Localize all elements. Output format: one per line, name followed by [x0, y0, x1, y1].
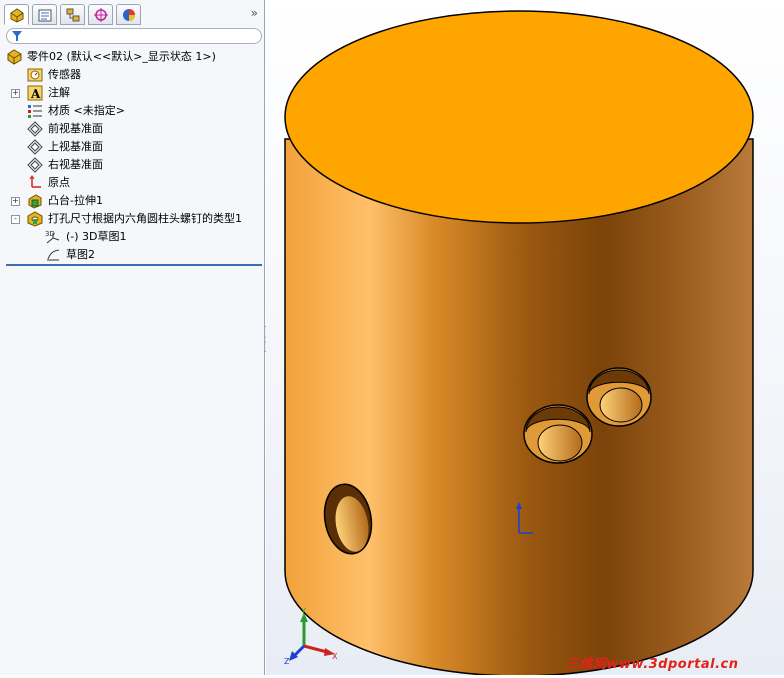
tree-item-annotations[interactable]: + A 注解 — [0, 84, 262, 102]
collapse-toggle[interactable]: - — [11, 215, 20, 224]
triad-z-label: Z — [284, 657, 290, 666]
expand-toggle[interactable]: + — [11, 197, 20, 206]
cylinder-top-face[interactable] — [284, 10, 754, 224]
expand-toggle[interactable]: + — [11, 89, 20, 98]
triad-x-label: X — [332, 652, 338, 661]
counterbore-hole-1[interactable] — [523, 404, 593, 464]
manager-tabs: » — [4, 3, 262, 27]
triad-y-label: Y — [300, 607, 306, 616]
tree-item-hole-wizard[interactable]: - 打孔尺寸根据内六角圆柱头螺钉的类型1 — [0, 210, 262, 228]
tree-item-origin[interactable]: 原点 — [0, 174, 262, 192]
plane-icon — [27, 157, 43, 173]
part-icon — [7, 49, 22, 65]
tabs-overflow-chevron[interactable]: » — [251, 6, 258, 20]
rollback-bar[interactable] — [6, 264, 262, 266]
property-manager-icon — [38, 9, 52, 22]
dimxpert-icon — [94, 8, 108, 22]
tree-item-sensors[interactable]: 传感器 — [0, 66, 262, 84]
tree-filter-input[interactable] — [6, 28, 262, 44]
tree-item-right-plane[interactable]: 右视基准面 — [0, 156, 262, 174]
3d-sketch-icon: 3D — [45, 230, 60, 244]
tree-item-3d-sketch[interactable]: 3D (-) 3D草图1 — [0, 228, 262, 246]
configuration-manager-icon — [66, 8, 80, 22]
tree-item-boss-extrude[interactable]: + 凸台-拉伸1 — [0, 192, 262, 210]
tree-root-part[interactable]: 零件02 (默认<<默认>_显示状态 1>) — [0, 48, 262, 66]
tree-item-material[interactable]: 材质 <未指定> — [0, 102, 262, 120]
graphics-viewport[interactable] — [266, 0, 784, 677]
extrude-icon — [28, 194, 42, 209]
tab-property-manager[interactable] — [32, 4, 57, 25]
sensor-icon — [27, 68, 43, 82]
plane-icon — [27, 139, 43, 155]
tree-item-sketch2[interactable]: 草图2 — [0, 246, 262, 264]
filter-icon — [12, 31, 22, 41]
tree-root-label: 零件02 (默认<<默认>_显示状态 1>) — [27, 50, 216, 63]
tree-item-front-plane[interactable]: 前视基准面 — [0, 120, 262, 138]
counterbore-hole-2[interactable] — [586, 367, 652, 427]
tab-display-manager[interactable] — [116, 4, 141, 25]
svg-text:A: A — [30, 87, 41, 101]
feature-manager-panel: » 零件02 (默认<<默认>_显示状态 1>) 传感器 + A 注解 材质 <… — [0, 0, 265, 675]
site-watermark: 三维网www.3dportal.cn — [566, 657, 739, 672]
annotation-icon: A — [27, 85, 43, 101]
tab-configuration-manager[interactable] — [60, 4, 85, 25]
plane-icon — [27, 121, 43, 137]
tree-item-top-plane[interactable]: 上视基准面 — [0, 138, 262, 156]
display-manager-icon — [123, 9, 135, 21]
tab-dimxpert-manager[interactable] — [88, 4, 113, 25]
cylinder-part-model[interactable] — [266, 0, 784, 677]
sketch-icon — [47, 249, 60, 261]
view-orientation-triad: Y X Z — [284, 607, 338, 666]
feature-manager-icon — [10, 8, 24, 23]
hole-wizard-icon — [27, 211, 43, 227]
origin-icon — [29, 175, 41, 188]
tab-feature-manager[interactable] — [4, 4, 29, 25]
material-icon — [28, 105, 42, 118]
